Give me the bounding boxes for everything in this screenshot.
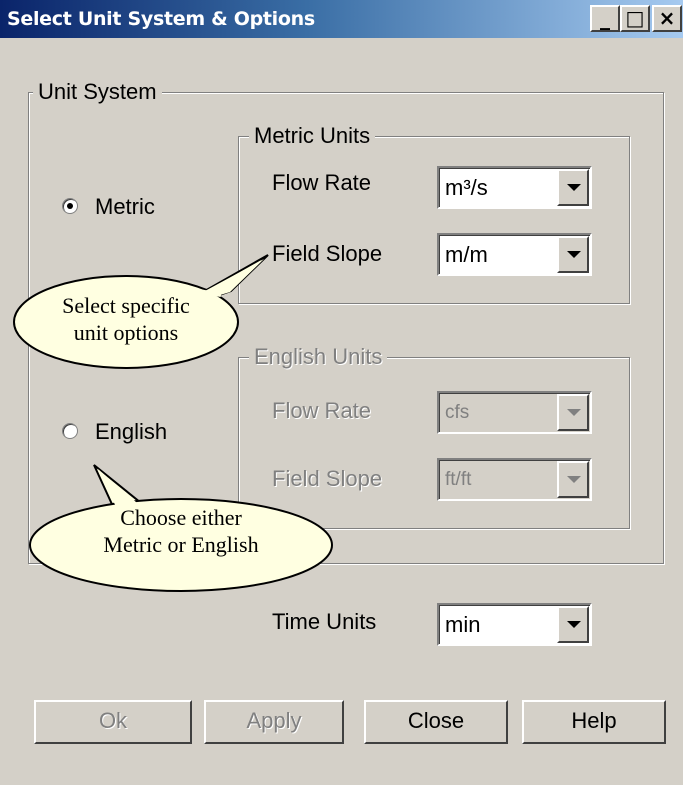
time-units-label: Time Units — [272, 609, 377, 634]
chevron-down-icon[interactable] — [557, 169, 589, 206]
english-radio[interactable] — [62, 423, 78, 439]
time-units-value: min — [445, 612, 481, 637]
ok-button[interactable]: Ok — [34, 700, 192, 744]
close-window-button[interactable]: × — [652, 5, 682, 32]
title-bar[interactable]: Select Unit System & Options _ □ × — [0, 0, 683, 38]
metric-flow-rate-value: m³/s — [445, 175, 488, 200]
english-flow-rate-value: cfs — [445, 402, 470, 423]
metric-flow-rate-label: Flow Rate — [272, 170, 372, 195]
unit-options-callout-line1: Select specific — [62, 293, 190, 318]
metric-or-english-callout-text: Choose either Metric or English — [41, 504, 321, 558]
minimize-icon: _ — [600, 6, 610, 30]
help-button[interactable]: Help — [522, 700, 666, 744]
metric-units-legend: Metric Units — [249, 123, 376, 149]
time-units-select[interactable]: min — [437, 603, 592, 646]
english-flow-rate-select[interactable]: cfs — [437, 391, 592, 434]
metric-radio-label[interactable]: Metric — [95, 194, 155, 220]
metric-field-slope-value: m/m — [445, 242, 488, 267]
english-field-slope-value: ft/ft — [445, 469, 472, 490]
metric-or-english-callout-line1: Choose either — [120, 505, 242, 530]
unit-options-callout-text: Select specific unit options — [26, 292, 226, 346]
metric-flow-rate-select[interactable]: m³/s — [437, 166, 592, 209]
english-field-slope-select[interactable]: ft/ft — [437, 458, 592, 501]
minimize-button[interactable]: _ — [590, 5, 620, 32]
maximize-button[interactable]: □ — [620, 5, 650, 32]
maximize-icon: □ — [625, 6, 645, 30]
unit-system-legend: Unit System — [33, 79, 162, 105]
chevron-down-icon[interactable] — [557, 461, 589, 498]
metric-radio[interactable] — [62, 198, 78, 214]
metric-or-english-callout-line2: Metric or English — [103, 532, 259, 557]
english-radio-label[interactable]: English — [95, 419, 167, 445]
metric-units-group: Metric Units — [238, 123, 630, 304]
chevron-down-icon[interactable] — [557, 236, 589, 273]
window-title: Select Unit System & Options — [7, 8, 315, 30]
chevron-down-icon[interactable] — [557, 394, 589, 431]
apply-button[interactable]: Apply — [204, 700, 344, 744]
close-button[interactable]: Close — [364, 700, 508, 744]
chevron-down-icon[interactable] — [557, 606, 589, 643]
metric-field-slope-label: Field Slope — [272, 241, 383, 266]
unit-options-callout-line2: unit options — [73, 320, 179, 345]
english-flow-rate-label: Flow Rate — [272, 398, 372, 423]
metric-field-slope-select[interactable]: m/m — [437, 233, 592, 276]
close-icon: × — [658, 6, 676, 30]
